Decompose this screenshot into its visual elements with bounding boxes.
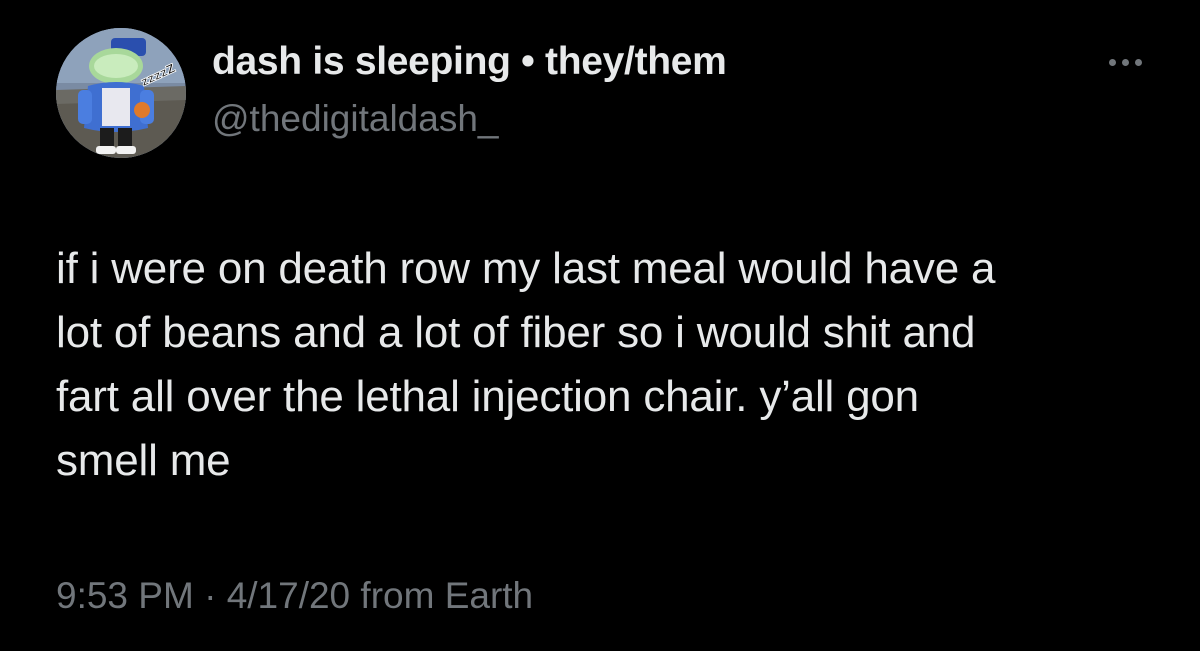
more-horizontal-icon-dot [1121,58,1129,66]
avatar-image: zzzzZ [56,28,186,158]
more-options-button[interactable] [1098,44,1152,80]
tweet-meta: 9:53 PM · 4/17/20 from Earth [56,575,533,617]
tweet-date[interactable]: 4/17/20 [227,575,350,616]
tweet-text: if i were on death row my last meal woul… [56,237,1166,493]
avatar[interactable]: zzzzZ [56,28,186,158]
tweet-text-line: lot of beans and a lot of fiber so i wou… [56,308,976,357]
tweet-time[interactable]: 9:53 PM [56,575,194,616]
display-name[interactable]: dash is sleeping • they/them [212,40,727,84]
more-horizontal-icon-dot [1134,58,1142,66]
tweet-card: zzzzZ dash is sleeping • they/them @thed… [0,0,1200,651]
meta-separator: · [193,575,227,616]
username-handle[interactable]: @thedigitaldash_ [212,98,498,140]
tweet-text-line: if i were on death row my last meal woul… [56,244,996,293]
tweet-text-line: fart all over the lethal injection chair… [56,372,919,421]
tweet-text-line: smell me [56,436,231,485]
tweet-source: from Earth [350,575,534,616]
more-horizontal-icon [1108,58,1116,66]
